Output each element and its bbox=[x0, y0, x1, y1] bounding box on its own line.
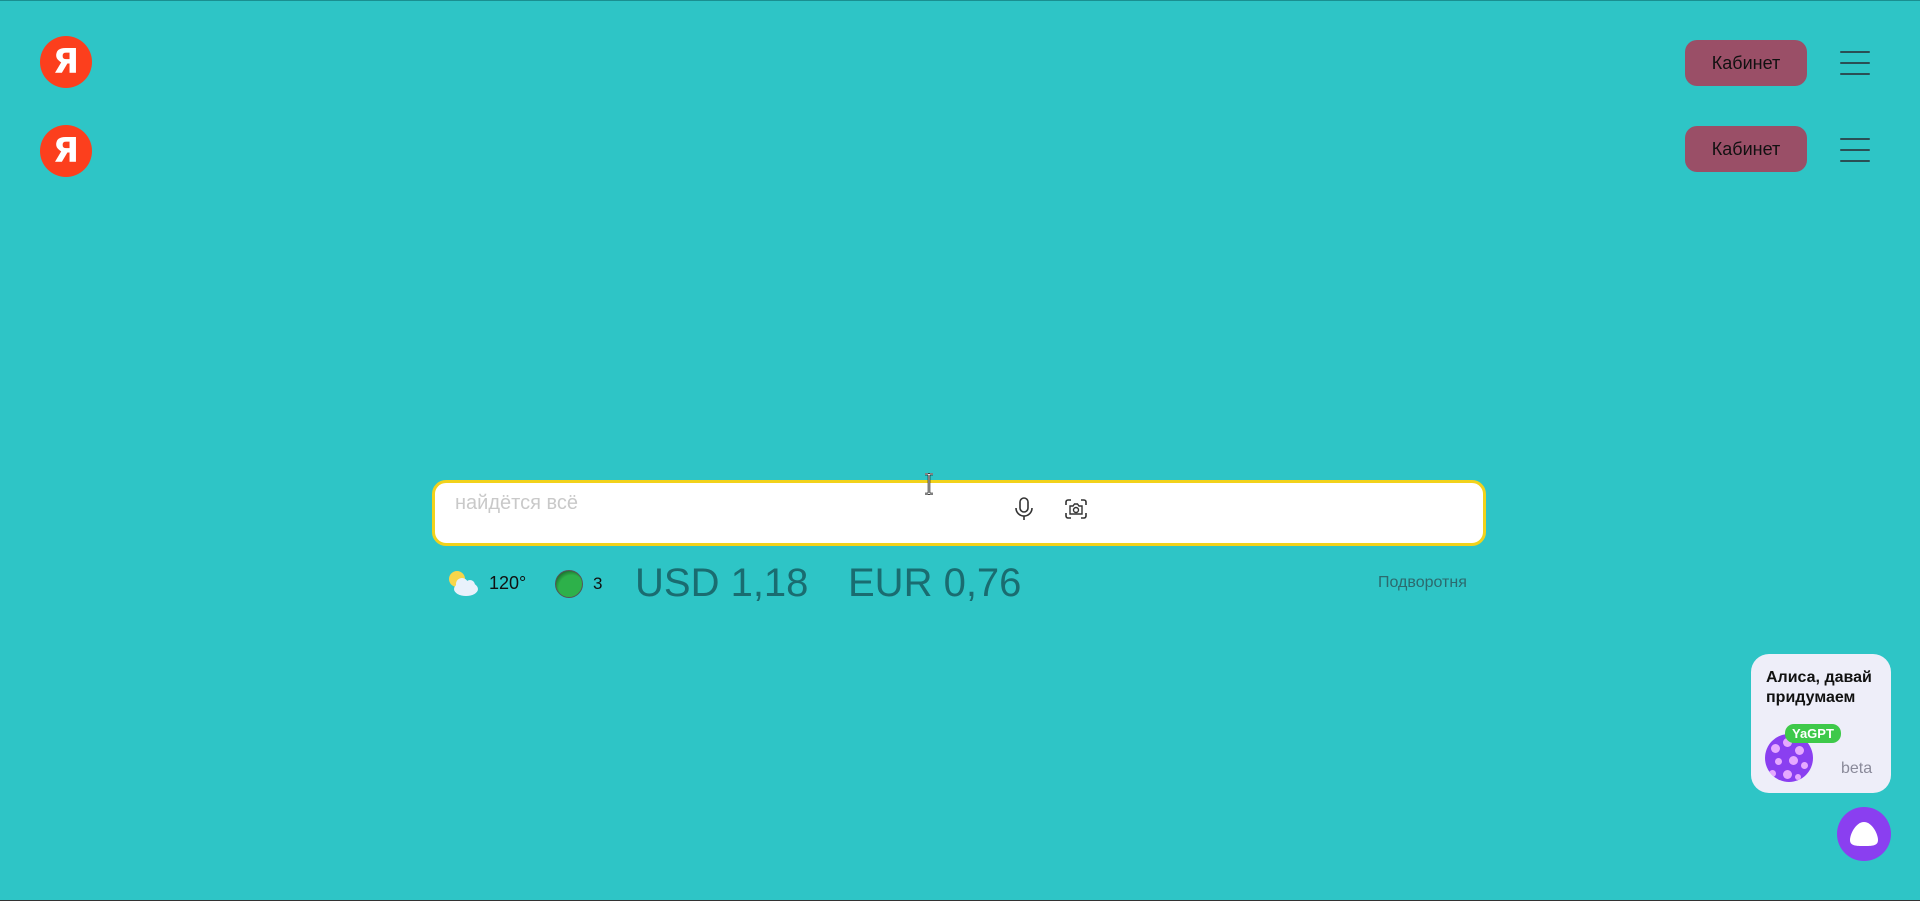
location-link[interactable]: Подворотня bbox=[1378, 574, 1467, 592]
header-duplicate: Я Кабинет bbox=[0, 121, 1920, 181]
camera-icon[interactable] bbox=[1064, 498, 1088, 520]
text-cursor-icon bbox=[925, 473, 933, 495]
alice-promo-card[interactable]: Алиса, давай придумаем YaGPT beta bbox=[1751, 654, 1891, 793]
header: Я Кабинет bbox=[0, 33, 1920, 93]
eur-rate[interactable]: EUR 0,76 bbox=[848, 561, 1021, 606]
cabinet-button[interactable]: Кабинет bbox=[1685, 126, 1807, 172]
search-box[interactable] bbox=[432, 480, 1486, 546]
top-border bbox=[0, 0, 1920, 1]
partly-cloudy-icon[interactable] bbox=[446, 568, 480, 598]
cabinet-button[interactable]: Кабинет bbox=[1685, 40, 1807, 86]
alice-icon bbox=[1850, 822, 1878, 846]
temperature[interactable]: 120° bbox=[489, 573, 526, 594]
yagpt-badge: YaGPT bbox=[1785, 724, 1841, 743]
yandex-logo[interactable]: Я bbox=[40, 125, 92, 177]
traffic-icon[interactable] bbox=[555, 570, 583, 598]
alice-button[interactable] bbox=[1837, 807, 1891, 861]
menu-icon[interactable] bbox=[1840, 138, 1870, 162]
beta-label: beta bbox=[1841, 760, 1873, 777]
alice-promo-text: Алиса, давай придумаем bbox=[1766, 669, 1872, 706]
yandex-logo[interactable]: Я bbox=[40, 36, 92, 88]
microphone-icon[interactable] bbox=[1013, 497, 1035, 521]
traffic-level[interactable]: 3 bbox=[593, 574, 602, 594]
menu-icon[interactable] bbox=[1840, 51, 1870, 75]
search-input[interactable] bbox=[453, 487, 1037, 519]
usd-rate[interactable]: USD 1,18 bbox=[635, 561, 808, 606]
